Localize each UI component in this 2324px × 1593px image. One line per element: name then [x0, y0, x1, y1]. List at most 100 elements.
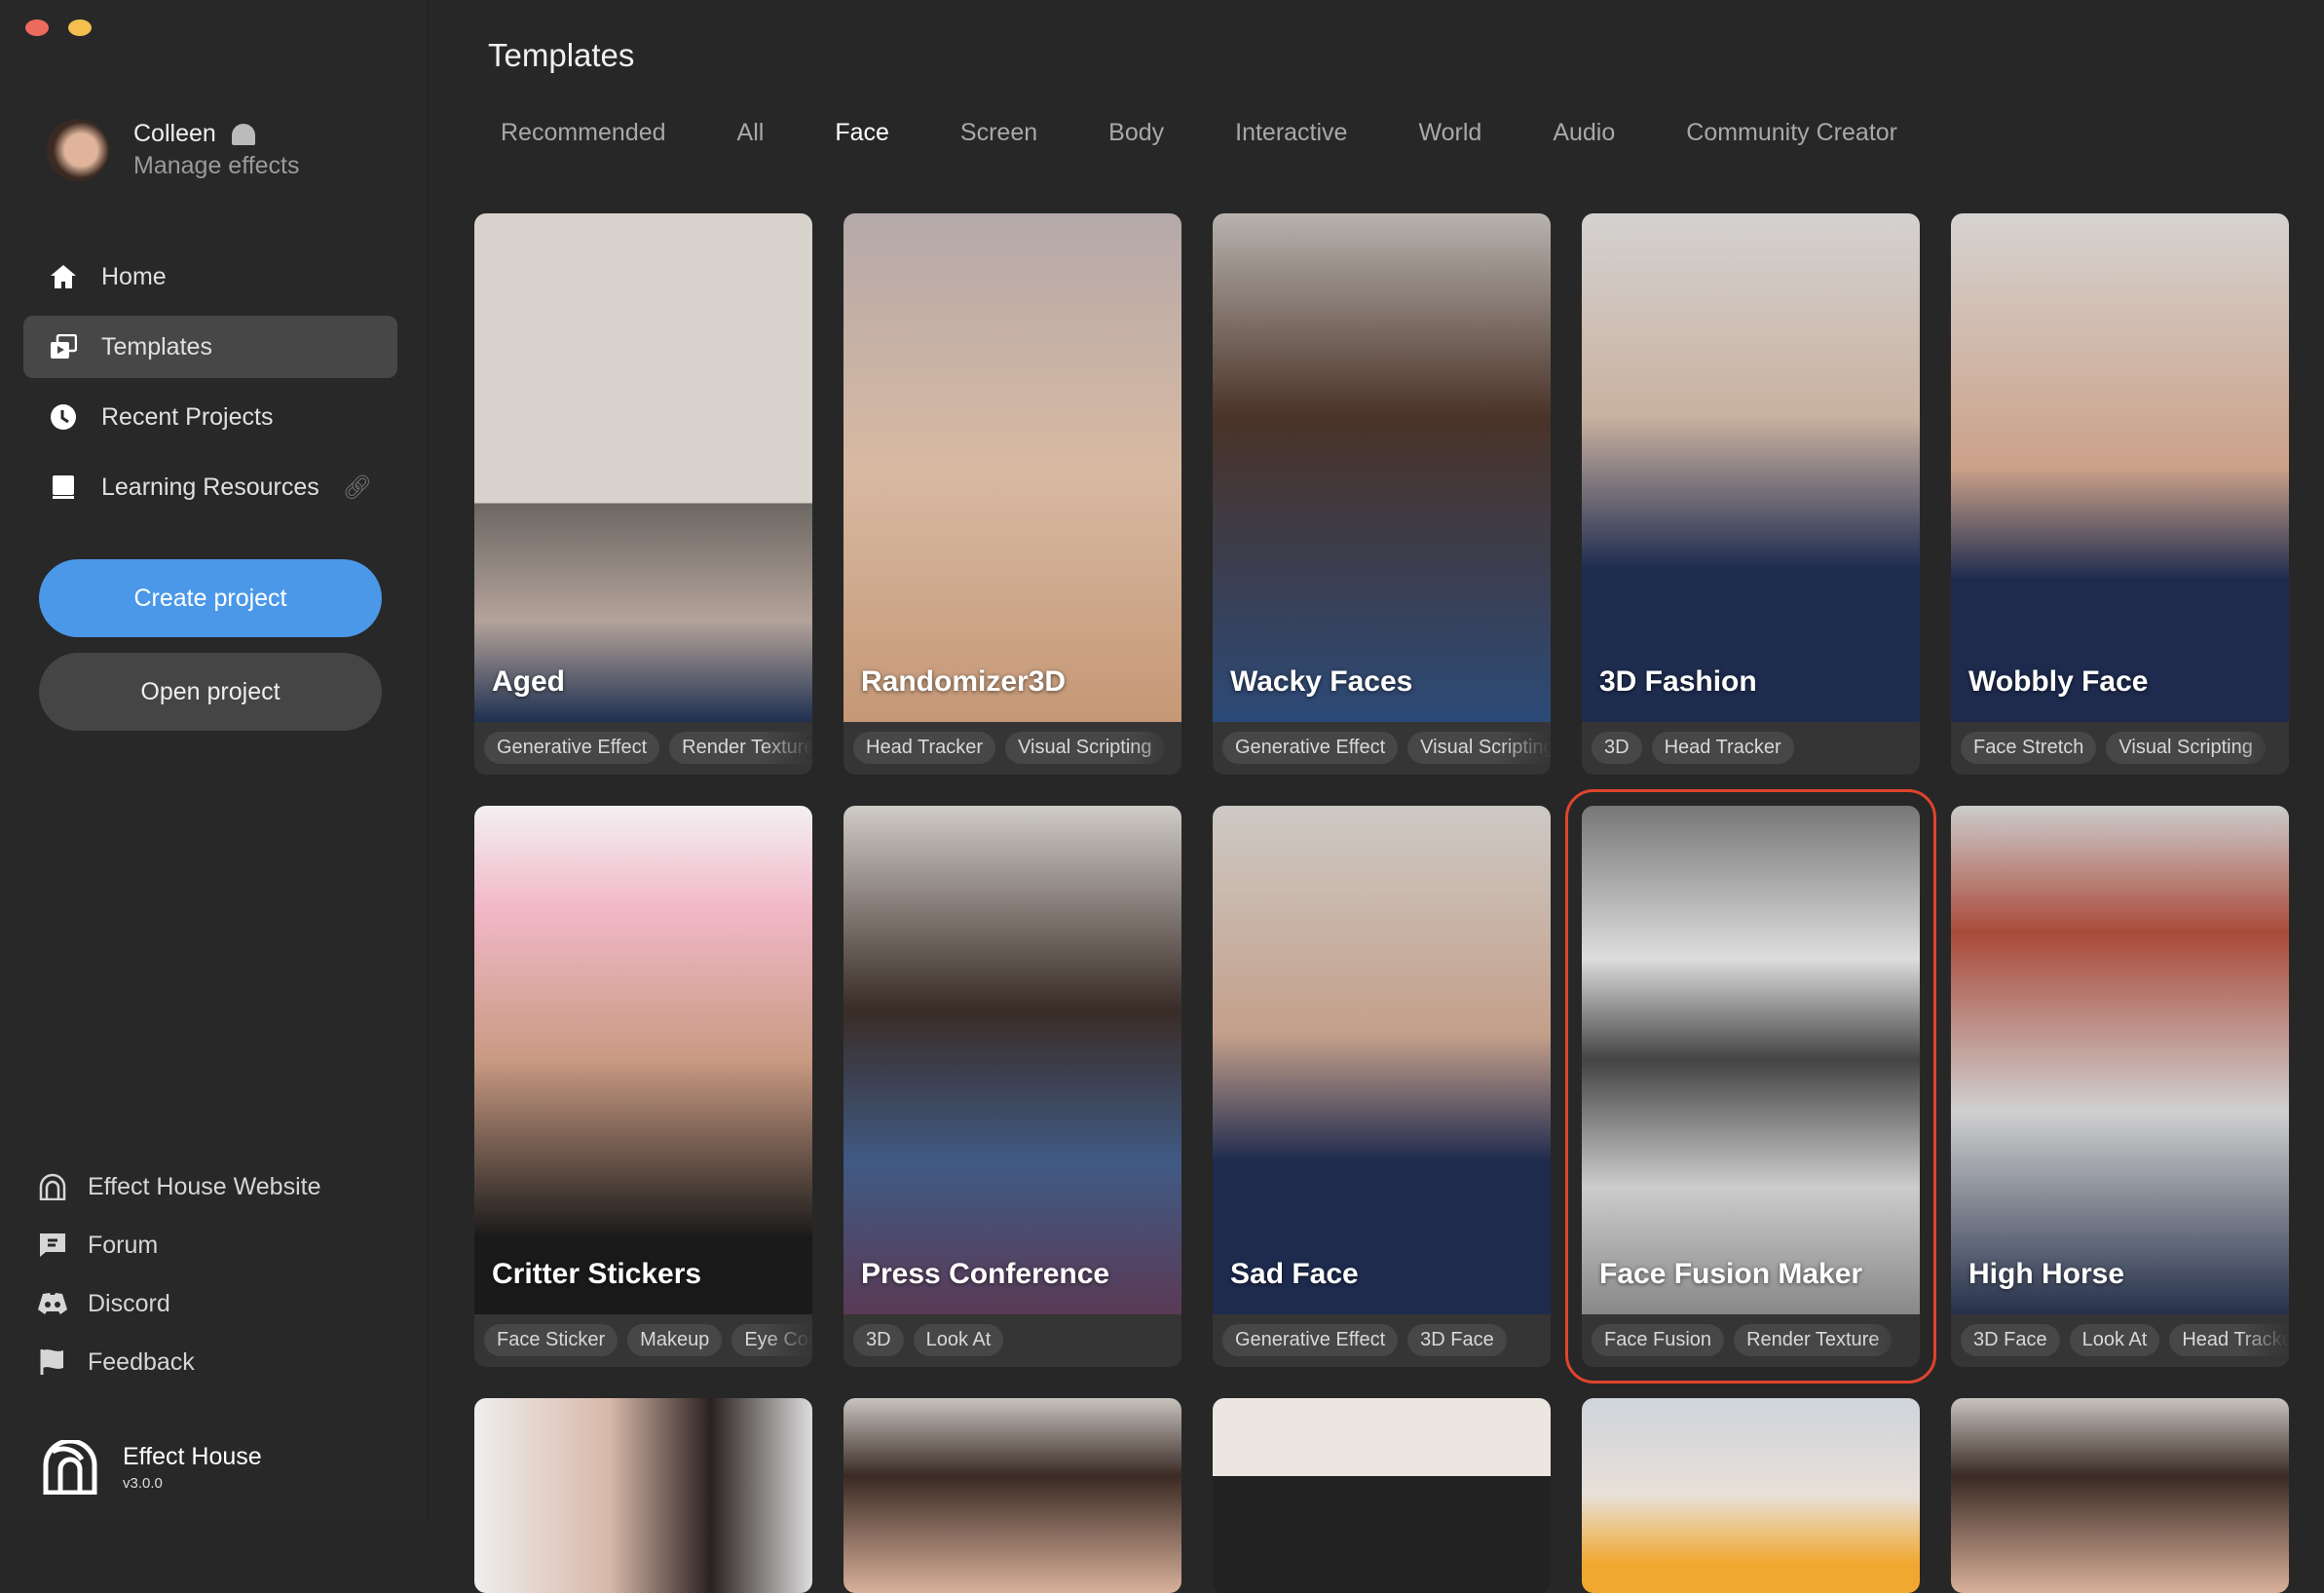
- tab-screen[interactable]: Screen: [960, 119, 1037, 147]
- tag: Render Texture: [1734, 1324, 1893, 1356]
- link-label: Effect House Website: [88, 1172, 321, 1200]
- tag: Visual Scripting: [1005, 732, 1165, 764]
- template-thumbnail: High Horse: [1951, 806, 2289, 1314]
- sidebar-item-label: Home: [101, 262, 167, 290]
- template-card[interactable]: [1951, 1398, 2289, 1593]
- template-card-aged[interactable]: Aged Generative Effect Render Texture: [474, 213, 812, 775]
- tag: 3D: [853, 1324, 904, 1356]
- discord-icon: [37, 1292, 68, 1315]
- template-thumbnail: [1213, 1398, 1551, 1593]
- template-card-face-fusion-maker[interactable]: Face Fusion Maker Face Fusion Render Textu…: [1565, 789, 1936, 1384]
- book-icon: [49, 473, 78, 502]
- tag: Generative Effect: [484, 732, 660, 764]
- sidebar-item-learning-resources[interactable]: Learning Resources 🔗︎: [23, 456, 397, 518]
- tab-recommended[interactable]: Recommended: [501, 119, 666, 147]
- template-thumbnail: [474, 1398, 812, 1593]
- template-thumbnail: Aged: [474, 213, 812, 722]
- template-thumbnail: 3D Fashion: [1582, 213, 1920, 722]
- avatar: [47, 119, 109, 181]
- tag: Visual Scripting: [2106, 732, 2266, 764]
- feedback-link[interactable]: Feedback: [37, 1333, 320, 1391]
- user-profile[interactable]: Colleen Manage effects: [47, 119, 299, 181]
- template-title: Aged: [492, 665, 565, 698]
- tag: Generative Effect: [1222, 1324, 1399, 1356]
- discord-link[interactable]: Discord: [37, 1274, 320, 1333]
- tab-world[interactable]: World: [1418, 119, 1481, 147]
- tag: Face Stretch: [1961, 732, 2097, 764]
- template-card-sad-face[interactable]: Sad Face Generative Effect 3D Face: [1213, 806, 1551, 1367]
- sidebar-item-label: Learning Resources: [101, 473, 319, 501]
- template-card-press-conference[interactable]: Press Conference 3D Look At: [843, 806, 1181, 1367]
- tab-audio[interactable]: Audio: [1553, 119, 1615, 147]
- template-card-randomizer3d[interactable]: Randomizer3D Head Tracker Visual Scripting: [843, 213, 1181, 775]
- tag: 3D: [1592, 732, 1642, 764]
- template-tags: 3D Face Look At Head Tracker: [1951, 1314, 2289, 1356]
- user-name: Colleen: [133, 120, 216, 147]
- minimize-window-button[interactable]: [68, 19, 92, 36]
- sidebar-footer-links: Effect House Website Forum Discord Feedb…: [37, 1157, 320, 1391]
- open-project-button[interactable]: Open project: [39, 653, 382, 731]
- template-tags: Generative Effect Visual Scripting: [1213, 722, 1551, 764]
- create-project-button[interactable]: Create project: [39, 559, 382, 637]
- template-tags: Head Tracker Visual Scripting: [843, 722, 1181, 764]
- template-thumbnail: [1582, 1398, 1920, 1593]
- template-card-critter-stickers[interactable]: Critter Stickers Face Sticker Makeup Eye Co…: [474, 806, 812, 1367]
- flag-icon: [37, 1348, 68, 1376]
- template-title: Wacky Faces: [1230, 665, 1413, 698]
- template-title: Press Conference: [861, 1258, 1110, 1290]
- sidebar-item-label: Recent Projects: [101, 402, 274, 431]
- template-grid: Aged Generative Effect Render Texture Rando…: [474, 213, 2289, 1593]
- effect-house-website-link[interactable]: Effect House Website: [37, 1157, 320, 1216]
- tag: Generative Effect: [1222, 732, 1399, 764]
- close-window-button[interactable]: [25, 19, 49, 36]
- template-card-high-horse[interactable]: High Horse 3D Face Look At Head Tracker: [1951, 806, 2289, 1367]
- template-card[interactable]: [843, 1398, 1181, 1593]
- tag: Eye Color: [731, 1324, 812, 1356]
- app-brand: Effect House v3.0.0: [43, 1440, 262, 1495]
- tag: Makeup: [627, 1324, 723, 1356]
- template-thumbnail: Sad Face: [1213, 806, 1551, 1314]
- template-card-3d-fashion[interactable]: 3D Fashion 3D Head Tracker: [1582, 213, 1920, 775]
- template-title: Sad Face: [1230, 1258, 1359, 1290]
- template-tags: 3D Head Tracker: [1582, 722, 1920, 764]
- sidebar-nav: Home Templates Recent Projects Learning …: [23, 246, 397, 526]
- sidebar-item-recent-projects[interactable]: Recent Projects: [23, 386, 397, 448]
- page-title: Templates: [488, 37, 635, 73]
- sidebar-item-templates[interactable]: Templates: [23, 316, 397, 378]
- template-card[interactable]: [1582, 1398, 1920, 1593]
- home-icon: [49, 262, 78, 291]
- link-label: Discord: [88, 1289, 170, 1317]
- tag: Render Texture: [669, 732, 812, 764]
- template-title: Wobbly Face: [1968, 665, 2149, 698]
- tag: 3D Face: [1961, 1324, 2060, 1356]
- tag: 3D Face: [1407, 1324, 1507, 1356]
- tab-community-creator[interactable]: Community Creator: [1686, 119, 1897, 147]
- template-card[interactable]: [1213, 1398, 1551, 1593]
- template-tags: Face Stretch Visual Scripting: [1951, 722, 2289, 764]
- link-label: Forum: [88, 1231, 159, 1259]
- template-thumbnail: Press Conference: [843, 806, 1181, 1314]
- template-tags: Generative Effect Render Texture: [474, 722, 812, 764]
- template-card-wobbly-face[interactable]: Wobbly Face Face Stretch Visual Scripting: [1951, 213, 2289, 775]
- sidebar-item-home[interactable]: Home: [23, 246, 397, 308]
- app-name: Effect House: [123, 1443, 262, 1470]
- template-card-wacky-faces[interactable]: Wacky Faces Generative Effect Visual Scrip…: [1213, 213, 1551, 775]
- tag: Visual Scripting: [1407, 732, 1551, 764]
- tab-interactive[interactable]: Interactive: [1235, 119, 1347, 147]
- template-card[interactable]: [474, 1398, 812, 1593]
- template-tags: 3D Look At: [843, 1314, 1181, 1356]
- tab-body[interactable]: Body: [1108, 119, 1164, 147]
- tag: Look At: [2069, 1324, 2160, 1356]
- template-thumbnail: Randomizer3D: [843, 213, 1181, 722]
- manage-effects-link[interactable]: Manage effects: [133, 152, 299, 180]
- creator-badge-icon: [231, 123, 255, 145]
- forum-link[interactable]: Forum: [37, 1216, 320, 1274]
- tag: Look At: [913, 1324, 1004, 1356]
- tab-all[interactable]: All: [737, 119, 765, 147]
- templates-icon: [49, 332, 78, 361]
- tag: Face Sticker: [484, 1324, 618, 1356]
- sidebar-item-label: Templates: [101, 332, 212, 360]
- template-tags: Face Sticker MakeupEye Color: [474, 1314, 812, 1356]
- tab-face[interactable]: Face: [835, 119, 889, 147]
- template-title: Critter Stickers: [492, 1258, 702, 1290]
